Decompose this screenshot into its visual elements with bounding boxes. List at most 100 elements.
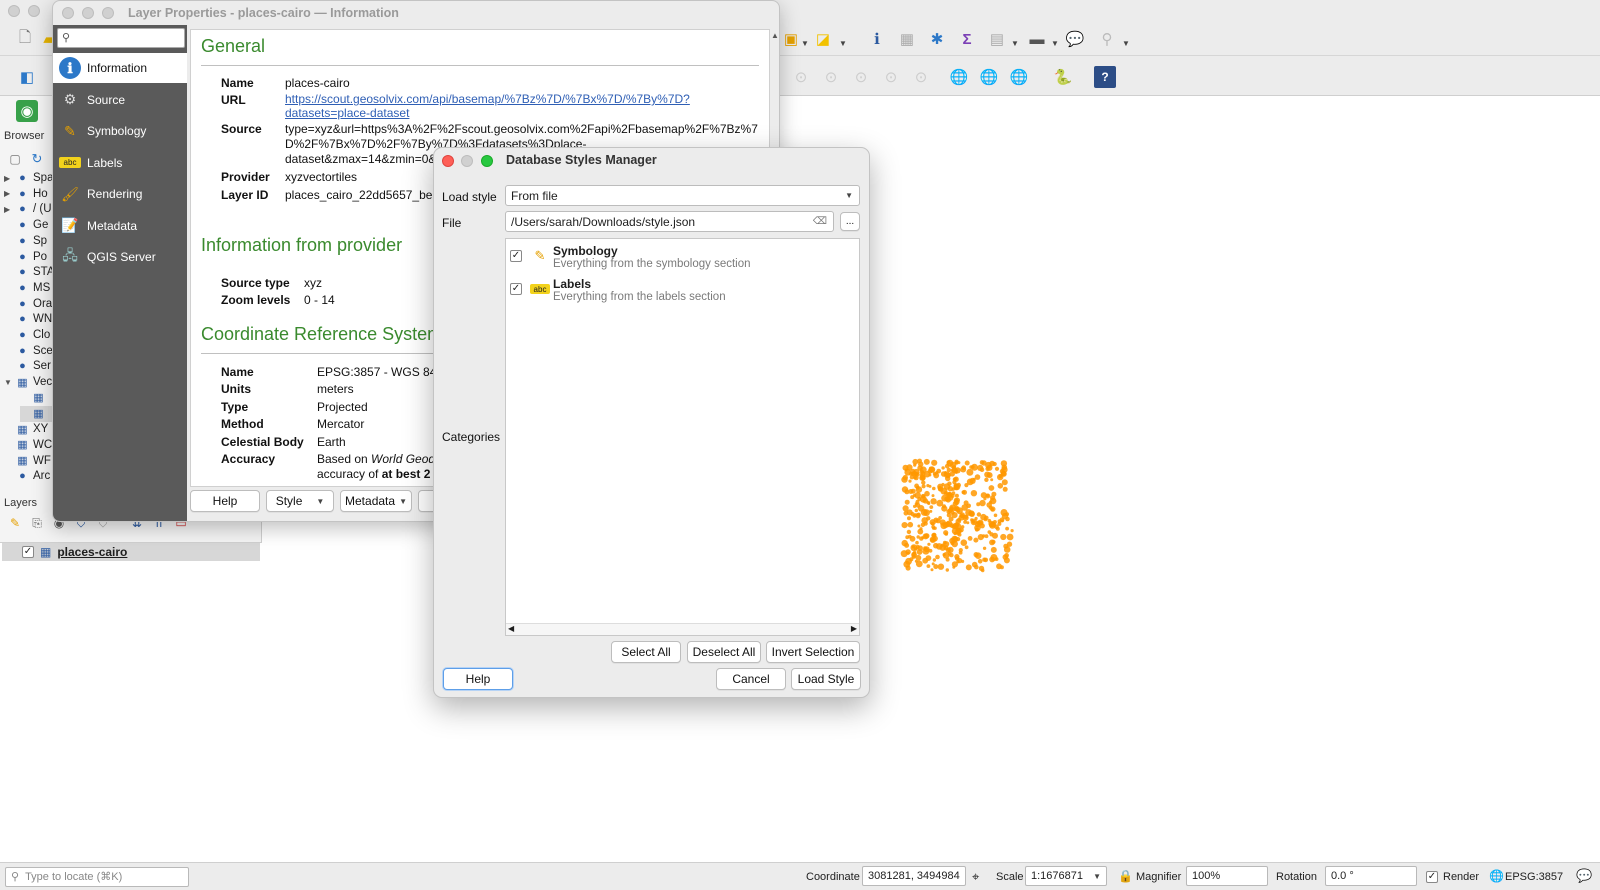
web-globe-icon-1[interactable]: 🌐 xyxy=(948,66,970,88)
lp-nav-item-information[interactable]: ℹ Information xyxy=(53,53,187,83)
labels-checkbox[interactable]: ✓ xyxy=(510,283,522,295)
select-location-dropdown-icon[interactable]: ▼ xyxy=(839,39,847,48)
select-location-icon[interactable]: ◪ xyxy=(812,28,834,50)
web-globe-icon-3[interactable]: 🌐 xyxy=(1008,66,1030,88)
field-calc-dropdown-icon[interactable]: ▼ xyxy=(1011,39,1019,48)
lp-nav-item-metadata[interactable]: 📝 Metadata xyxy=(53,211,187,241)
browser-item[interactable]: ● Sp xyxy=(4,233,56,249)
deselect-all-button[interactable]: Deselect All xyxy=(687,641,761,663)
file-path-input[interactable]: /Users/sarah/Downloads/style.json ⌫ xyxy=(505,211,834,232)
expand-arrow-icon[interactable]: ▼ xyxy=(4,378,12,387)
layer-manager-icon[interactable]: ◧ xyxy=(16,66,38,88)
category-item-symbology[interactable]: ✓ ✎ Symbology Everything from the symbol… xyxy=(510,243,850,275)
zoom-tool-dropdown-icon[interactable]: ▼ xyxy=(1122,39,1130,48)
plugin-green-icon[interactable]: ◉ xyxy=(16,100,38,122)
lp-help-button[interactable]: Help xyxy=(190,490,260,512)
browser-item[interactable]: ▦ WF xyxy=(4,453,56,469)
digitize-icon-5[interactable]: ⊙ xyxy=(910,66,932,88)
general-url-link-2[interactable]: datasets=place-dataset xyxy=(285,106,409,120)
scroll-left-arrow-icon[interactable]: ◀ xyxy=(508,624,514,633)
dsm-help-button[interactable]: Help xyxy=(443,668,513,690)
field-calc-icon[interactable]: ▤ xyxy=(986,28,1008,50)
lp-nav-item-symbology[interactable]: ✎ Symbology xyxy=(53,116,187,146)
refresh-icon[interactable]: ↻ xyxy=(26,148,48,170)
dsm-load-style-button[interactable]: Load Style xyxy=(791,668,861,690)
browser-item[interactable]: ● STA xyxy=(4,264,56,280)
digitize-icon-3[interactable]: ⊙ xyxy=(850,66,872,88)
browser-item[interactable]: ● Ora xyxy=(4,296,56,312)
add-group-icon[interactable]: ⎘ xyxy=(26,512,48,534)
layer-visibility-checkbox[interactable]: ✓ xyxy=(22,546,34,558)
lp-scroll-up-arrow[interactable]: ▲ xyxy=(771,31,779,40)
browser-item[interactable]: ▼ ▦ Vec xyxy=(4,374,56,390)
style-manager-icon[interactable]: ✎ xyxy=(4,512,26,534)
rotation-spinbox[interactable]: 0.0 ° xyxy=(1325,866,1417,886)
select-dropdown-icon[interactable]: ▼ xyxy=(801,39,809,48)
dsm-zoom-button[interactable] xyxy=(481,155,493,167)
browser-item[interactable]: ▶ ● Ho xyxy=(4,186,56,202)
lp-zoom-button[interactable] xyxy=(102,7,114,19)
digitize-icon-4[interactable]: ⊙ xyxy=(880,66,902,88)
browser-item[interactable]: ▦ WC xyxy=(4,437,56,453)
crs-globe-icon[interactable]: 🌐 xyxy=(1489,869,1504,883)
clear-field-icon[interactable]: ⌫ xyxy=(813,216,827,227)
symbology-checkbox[interactable]: ✓ xyxy=(510,250,522,262)
expand-arrow-icon[interactable]: ▶ xyxy=(4,174,12,183)
categories-horizontal-scrollbar[interactable]: ◀ ▶ xyxy=(506,623,859,635)
browser-item[interactable]: ● Sce xyxy=(4,343,56,359)
browser-item[interactable]: ● Ge xyxy=(4,217,56,233)
browser-item[interactable]: ● Clo xyxy=(4,327,56,343)
lp-minimize-button[interactable] xyxy=(82,7,94,19)
dsm-cancel-button[interactable]: Cancel xyxy=(716,668,786,690)
dsm-close-button[interactable] xyxy=(442,155,454,167)
identify-icon[interactable]: ℹ xyxy=(866,28,888,50)
browser-item[interactable]: ● Arc xyxy=(4,468,56,484)
settings-gear-icon[interactable]: ✱ xyxy=(926,28,948,50)
general-url-link-1[interactable]: https://scout.geosolvix.com/api/basemap/… xyxy=(285,92,690,106)
zoom-tool-icon[interactable]: ⚲ xyxy=(1096,28,1118,50)
browser-item[interactable]: ● Ser xyxy=(4,358,56,374)
main-close-button[interactable] xyxy=(8,5,20,17)
magnifier-spinbox[interactable]: 100% xyxy=(1186,866,1268,886)
attribute-table-icon[interactable]: ▦ xyxy=(896,28,918,50)
lp-nav-item-qgis-server[interactable]: 🖧 QGIS Server xyxy=(53,242,187,272)
dsm-minimize-button[interactable] xyxy=(461,155,473,167)
category-item-labels[interactable]: ✓ abc Labels Everything from the labels … xyxy=(510,276,850,308)
lock-scale-icon[interactable]: 🔒 xyxy=(1118,869,1133,883)
measure-dropdown-icon[interactable]: ▼ xyxy=(1051,39,1059,48)
coordinate-toggle-icon[interactable]: ⌖ xyxy=(972,869,979,885)
invert-selection-button[interactable]: Invert Selection xyxy=(766,641,860,663)
digitize-icon-1[interactable]: ⊙ xyxy=(790,66,812,88)
browser-item[interactable]: ● MS xyxy=(4,280,56,296)
browser-item[interactable]: ● WN xyxy=(4,311,56,327)
crs-label[interactable]: EPSG:3857 xyxy=(1505,871,1563,883)
select-all-button[interactable]: Select All xyxy=(611,641,681,663)
lp-metadata-button[interactable]: Metadata ▼ xyxy=(340,490,412,512)
browser-item[interactable]: ▶ ● Spa xyxy=(4,170,56,186)
expand-arrow-icon[interactable]: ▶ xyxy=(4,189,12,198)
scroll-right-arrow-icon[interactable]: ▶ xyxy=(851,624,857,633)
map-tips-icon[interactable]: 💬 xyxy=(1064,28,1086,50)
python-console-icon[interactable]: 🐍 xyxy=(1052,66,1074,88)
browser-item[interactable]: ▦ XY xyxy=(4,421,56,437)
main-minimize-button[interactable] xyxy=(28,5,40,17)
scale-combo[interactable]: 1:1676871 ▼ xyxy=(1025,866,1107,886)
layer-row-places-cairo[interactable]: ✓ ▦ places-cairo xyxy=(2,543,260,561)
browser-item[interactable]: ● Po xyxy=(4,249,56,265)
load-style-combo[interactable]: From file ▼ xyxy=(505,185,860,206)
new-project-icon[interactable]: 🗋 xyxy=(14,28,36,50)
lp-style-button[interactable]: Style ▼ xyxy=(266,490,334,512)
locator-search-box[interactable]: ⚲ Type to locate (⌘K) xyxy=(5,866,189,887)
expand-arrow-icon[interactable]: ▶ xyxy=(4,205,12,214)
browser-item[interactable]: ▶ ● / (U xyxy=(4,201,56,217)
web-globe-icon-2[interactable]: 🌐 xyxy=(978,66,1000,88)
measure-icon[interactable]: ▬ xyxy=(1026,28,1048,50)
messages-icon[interactable]: 💬 xyxy=(1576,868,1592,884)
lp-close-button[interactable] xyxy=(62,7,74,19)
help-contents-icon[interactable]: ? xyxy=(1094,66,1116,88)
digitize-icon-2[interactable]: ⊙ xyxy=(820,66,842,88)
select-feature-icon[interactable]: ▣ xyxy=(780,28,802,50)
statistics-sigma-icon[interactable]: Σ xyxy=(956,28,978,50)
lp-nav-item-source[interactable]: ⚙ Source xyxy=(53,85,187,115)
browse-file-button[interactable]: ... xyxy=(840,212,860,231)
